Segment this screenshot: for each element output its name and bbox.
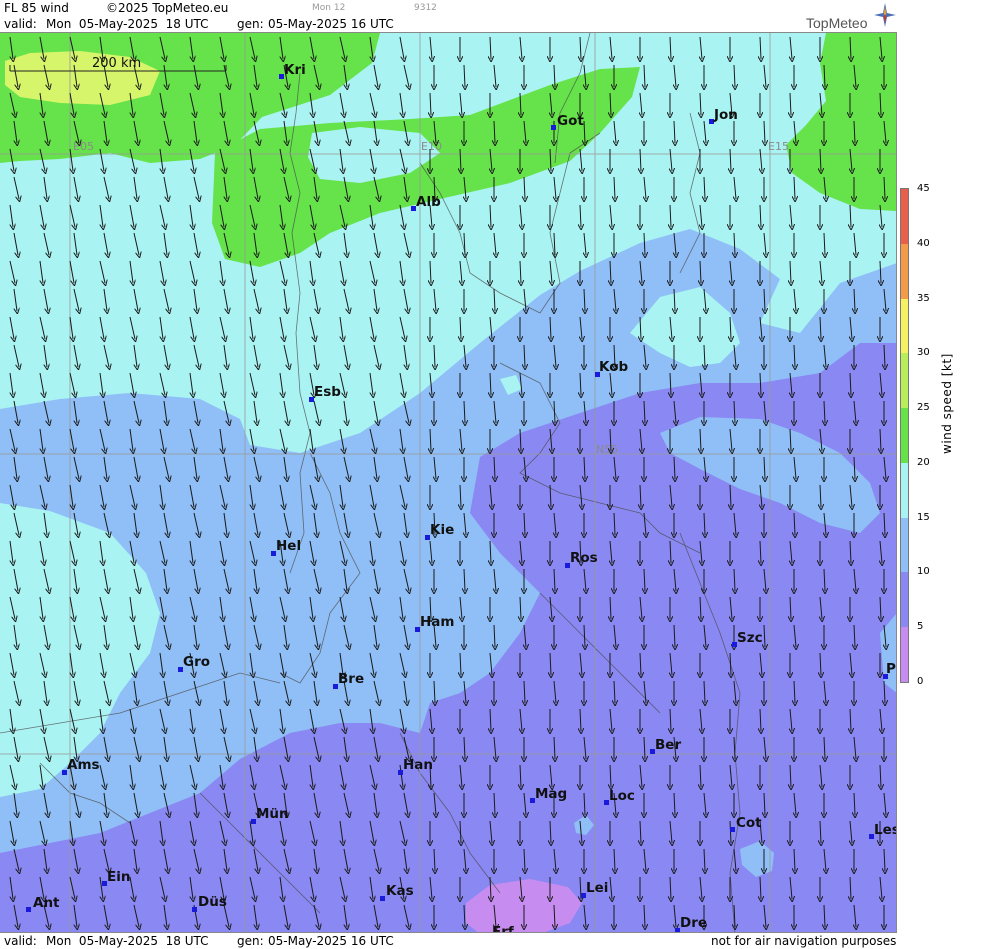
city-label-hel[interactable]: Hel <box>276 538 301 554</box>
legend-swatch-5-10 <box>901 572 908 628</box>
grid-label-e05: E05 <box>73 140 94 153</box>
grid-label-e10: E10 <box>421 140 442 153</box>
city-label-kie[interactable]: Kie <box>430 522 454 538</box>
city-label-erf[interactable]: Erf <box>492 924 514 933</box>
grid-label-n55: N55 <box>596 443 618 456</box>
city-label-jon[interactable]: Jon <box>713 107 738 123</box>
wind-map[interactable]: E05 E10 E15 N55 200 km Kri Got Jon Alb K… <box>0 32 897 933</box>
city-label-esb[interactable]: Esb <box>314 384 341 400</box>
footer-gen-label: gen: <box>237 934 264 948</box>
grid-label-e15: E15 <box>768 140 789 153</box>
city-label-ein[interactable]: Ein <box>107 869 130 885</box>
city-label-dus[interactable]: Düs <box>198 894 227 910</box>
city-label-ham[interactable]: Ham <box>420 614 454 630</box>
gen-label: gen: <box>237 17 264 31</box>
city-label-cot[interactable]: Cot <box>736 815 762 831</box>
legend-swatch-20-25 <box>901 408 908 463</box>
legend-tick-40: 40 <box>917 237 930 249</box>
copyright-text: ©2025 TopMeteo.eu <box>106 1 229 15</box>
city-label-gro[interactable]: Gro <box>183 654 210 670</box>
city-label-han[interactable]: Han <box>403 757 433 773</box>
footer-valid-label: valid: <box>4 934 37 948</box>
legend-tick-15: 15 <box>917 511 930 523</box>
header-row-2: valid: Mon 05-May-2025 18 UTC gen: 05-Ma… <box>0 16 897 32</box>
city-label-p[interactable]: P <box>886 661 896 677</box>
scale-bar-label: 200 km <box>92 56 141 71</box>
valid-time: Mon 05-May-2025 18 UTC <box>46 17 209 31</box>
city-label-mag[interactable]: Mag <box>535 786 567 802</box>
legend-color-bar <box>900 188 909 683</box>
legend-swatch-10-15 <box>901 517 908 573</box>
city-label-szc[interactable]: Szc <box>737 630 763 646</box>
legend-swatch-35-40 <box>901 243 908 299</box>
city-label-kas[interactable]: Kas <box>386 883 414 899</box>
legend-swatch-40-45 <box>901 189 908 244</box>
faint-code-text: 9312 <box>414 3 437 13</box>
city-label-ant[interactable]: Ant <box>33 895 60 911</box>
legend-title: wind speed [kt] <box>940 353 954 454</box>
legend-swatch-25-30 <box>901 353 908 409</box>
legend-tick-30: 30 <box>917 347 930 359</box>
legend-tick-10: 10 <box>917 566 930 578</box>
city-label-les[interactable]: Les <box>874 822 897 838</box>
header-row-1: FL 85 wind ©2025 TopMeteo.eu Mon 12 9312 <box>0 0 897 16</box>
legend-tick-5: 5 <box>917 621 924 633</box>
city-label-got[interactable]: Got <box>557 113 584 129</box>
city-marker-dus <box>192 907 197 912</box>
legend-tick-35: 35 <box>917 292 930 304</box>
city-label-dre[interactable]: Dre <box>680 915 707 931</box>
city-label-kob[interactable]: Kob <box>599 359 628 375</box>
valid-label: valid: <box>4 17 37 31</box>
city-label-ros[interactable]: Ros <box>570 550 598 566</box>
gen-time: 05-May-2025 16 UTC <box>268 17 394 31</box>
wind-map-canvas: E05 E10 E15 N55 200 km Kri Got Jon Alb K… <box>0 33 897 933</box>
compass-star-icon <box>874 3 896 27</box>
footer-valid-time: Mon 05-May-2025 18 UTC <box>46 934 209 948</box>
footer-gen-time: 05-May-2025 16 UTC <box>268 934 394 948</box>
faint-day-text: Mon 12 <box>312 3 346 13</box>
city-label-lei[interactable]: Lei <box>586 880 608 896</box>
city-label-mun[interactable]: Mün <box>256 806 289 822</box>
legend-swatch-15-20 <box>901 462 908 518</box>
legend-swatch-0-5 <box>901 627 908 682</box>
legend-tick-25: 25 <box>917 402 930 414</box>
city-marker-kas <box>380 896 385 901</box>
city-label-loc[interactable]: Loc <box>609 788 635 804</box>
city-marker-got <box>551 125 556 130</box>
city-label-kri[interactable]: Kri <box>284 62 306 78</box>
product-title: FL 85 wind <box>4 1 69 15</box>
legend-tick-45: 45 <box>917 183 930 194</box>
legend-tick-20: 20 <box>917 456 930 468</box>
city-marker-cot <box>730 827 735 832</box>
city-label-bre[interactable]: Bre <box>338 671 364 687</box>
city-label-ams[interactable]: Ams <box>67 757 100 773</box>
legend-tick-0: 0 <box>917 676 924 687</box>
city-label-ber[interactable]: Ber <box>655 737 681 753</box>
logo-text: TopMeteo <box>806 15 868 31</box>
footer-disclaimer: not for air navigation purposes <box>711 934 897 948</box>
city-label-alb[interactable]: Alb <box>416 194 441 210</box>
footer-row: valid: Mon 05-May-2025 18 UTC gen: 05-Ma… <box>0 933 897 949</box>
topmeteo-logo: TopMeteo <box>806 3 896 31</box>
legend-swatch-30-35 <box>901 298 908 354</box>
city-marker-ant <box>26 907 31 912</box>
